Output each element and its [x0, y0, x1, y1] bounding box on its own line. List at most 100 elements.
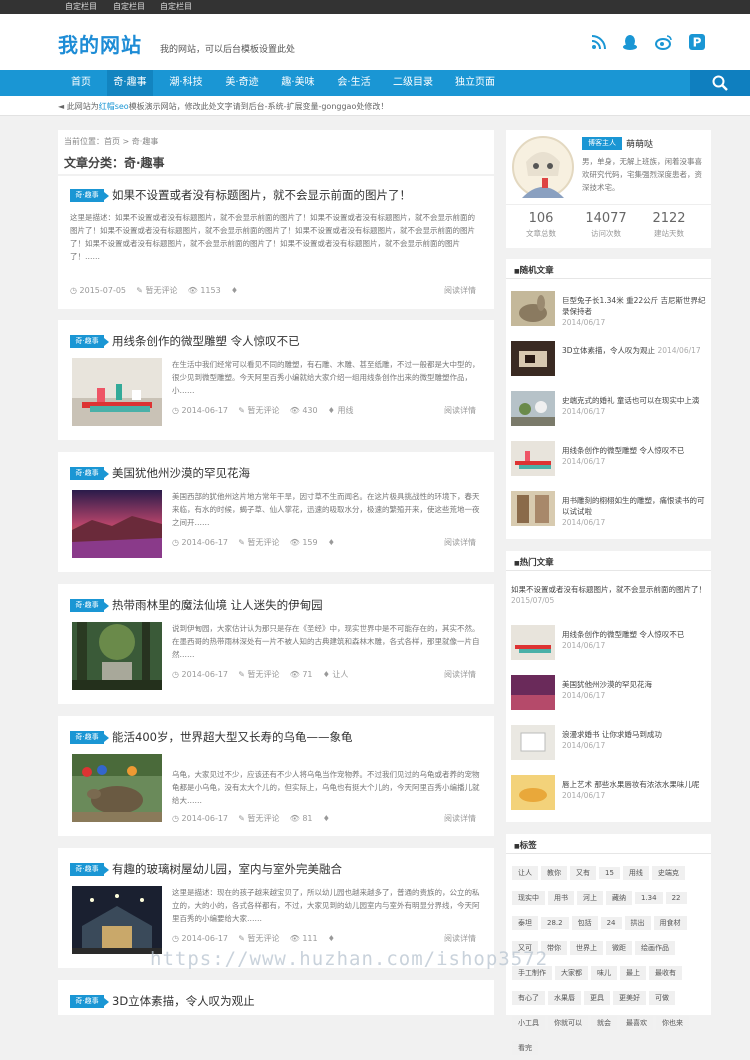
tag-link[interactable]: 史端克 [651, 866, 685, 880]
nav-item-2[interactable]: 潮·科技 [163, 70, 209, 96]
tag-link[interactable]: 就会 [591, 1016, 617, 1030]
tag-link[interactable]: 最收有 [649, 966, 682, 980]
post-category-tag[interactable]: 奇·趣事 [70, 189, 109, 202]
tag-link[interactable]: 大家都 [555, 966, 588, 980]
post-title[interactable]: 用线条创作的微型雕塑 令人惊叹不已 [112, 333, 300, 349]
tag-link[interactable]: 泰坦 [512, 916, 538, 930]
post-title[interactable]: 如果不设置或者没有标题图片，就不会显示前面的图片了！ [112, 187, 411, 203]
tag-link[interactable]: 最喜欢 [620, 1016, 653, 1030]
item-thumbnail[interactable] [511, 625, 555, 660]
site-logo[interactable]: 我的网站 [58, 29, 142, 58]
nav-item-6[interactable]: 二级目录 [390, 70, 436, 96]
nav-item-4[interactable]: 趣·美味 [275, 70, 321, 96]
post-title[interactable]: 热带雨林里的魔法仙境 让人迷失的伊甸园 [112, 597, 323, 613]
list-item[interactable]: 史端克式的婚礼 童话也可以在现实中上演 2014/06/17 [511, 391, 707, 433]
tag-link[interactable]: 22 [665, 892, 687, 904]
tag-link[interactable]: 看完 [512, 1041, 538, 1055]
post-title[interactable]: 有趣的玻璃树屋幼儿园，室内与室外完美融合 [112, 861, 342, 877]
tag-link[interactable]: 28.2 [541, 917, 569, 929]
list-item[interactable]: 用线条创作的微型雕塑 令人惊叹不已 2014/06/17 [511, 441, 707, 483]
item-thumbnail[interactable] [511, 441, 555, 476]
tag-link[interactable]: 绘画作品 [635, 941, 675, 955]
tag-link[interactable]: 你就可以 [548, 1016, 588, 1030]
tag-link[interactable]: 小工具 [512, 1016, 545, 1030]
list-item[interactable]: 如果不设置或者没有标题图片，就不会显示前面的图片了！ 2015/07/05 [511, 584, 707, 606]
tag-link[interactable]: 可做 [649, 991, 675, 1005]
post-category-tag[interactable]: 奇·趣事 [70, 599, 109, 612]
nav-item-3[interactable]: 美·奇迹 [219, 70, 265, 96]
post-thumbnail[interactable] [72, 886, 162, 954]
list-item[interactable]: 美国犹他州沙漠的罕见花海 2014/06/17 [511, 675, 707, 717]
read-more-link[interactable]: 阅读详情 [444, 405, 476, 416]
item-thumbnail[interactable] [511, 341, 555, 376]
breadcrumb-current[interactable]: 奇·趣事 [132, 137, 159, 146]
tag-link[interactable]: 拱出 [624, 916, 651, 930]
tag-link[interactable]: 味儿 [591, 966, 617, 980]
tag-link[interactable]: 包括 [571, 916, 598, 930]
post-thumbnail[interactable] [72, 754, 162, 822]
tag-link[interactable]: 1.34 [635, 892, 663, 904]
item-thumbnail[interactable] [511, 675, 555, 710]
post-title[interactable]: 3D立体素描，令人叹为观止 [112, 993, 255, 1009]
tag-link[interactable]: 24 [600, 917, 622, 929]
tag-link[interactable]: 用食材 [653, 916, 687, 930]
notice-link[interactable]: 红帽seo [99, 102, 129, 111]
search-button[interactable] [690, 70, 750, 96]
list-item[interactable]: 唇上艺术 那些水果唇妆有浓浓水果味儿呢 2014/06/17 [511, 775, 707, 817]
tag-link[interactable]: 世界上 [570, 941, 603, 955]
tag-link[interactable]: 藏纳 [606, 891, 632, 905]
post-title[interactable]: 美国犹他州沙漠的罕见花海 [112, 465, 250, 481]
tag-link[interactable]: 有心了 [512, 991, 545, 1005]
post-thumbnail[interactable] [72, 490, 162, 558]
post-thumbnail[interactable] [72, 358, 162, 426]
list-item[interactable]: 浪漫求婚书 让你求婚马到成功 2014/06/17 [511, 725, 707, 767]
tag-link[interactable]: 水果唇 [548, 991, 581, 1005]
tag-link[interactable]: 河上 [577, 891, 603, 905]
tag-link[interactable]: 你也来 [656, 1016, 689, 1030]
list-item[interactable]: 3D立体素描，令人叹为观止 2014/06/17 [511, 341, 707, 383]
nav-item-7[interactable]: 独立页面 [452, 70, 498, 96]
tag-link[interactable]: 15 [599, 867, 620, 879]
read-more-link[interactable]: 阅读详情 [444, 933, 476, 944]
read-more-link[interactable]: 阅读详情 [444, 813, 476, 824]
tag-link[interactable]: 微距 [606, 941, 632, 955]
breadcrumb-home[interactable]: 首页 [104, 137, 120, 146]
qq-icon[interactable] [622, 34, 638, 51]
nav-item-5[interactable]: 会·生活 [331, 70, 377, 96]
weibo-icon[interactable] [655, 34, 673, 50]
read-more-link[interactable]: 阅读详情 [444, 669, 476, 680]
item-thumbnail[interactable] [511, 491, 555, 526]
item-thumbnail[interactable] [511, 391, 555, 426]
post-title[interactable]: 能活400岁，世界超大型又长寿的乌龟——象龟 [112, 729, 352, 745]
tag-link[interactable]: 最上 [620, 966, 646, 980]
read-more-link[interactable]: 阅读详情 [444, 285, 476, 296]
post-category-tag[interactable]: 奇·趣事 [70, 335, 109, 348]
tag-link[interactable]: 现实中 [512, 891, 545, 905]
tag-link[interactable]: 让人 [512, 866, 538, 880]
post-category-tag[interactable]: 奇·趣事 [70, 467, 109, 480]
nav-item-1[interactable]: 奇·趣事 [107, 70, 153, 96]
post-category-tag[interactable]: 奇·趣事 [70, 863, 109, 876]
post-thumbnail[interactable] [72, 622, 162, 690]
list-item[interactable]: 巨型兔子长1.34米 重22公斤 吉尼斯世界纪录保持者 2014/06/17 [511, 291, 707, 333]
read-more-link[interactable]: 阅读详情 [444, 537, 476, 548]
list-item[interactable]: 用线条创作的微型雕塑 令人惊叹不已 2014/06/17 [511, 625, 707, 667]
tag-link[interactable]: 更美好 [613, 991, 646, 1005]
top-link-2[interactable]: 自定栏目 [113, 1, 145, 12]
post-category-tag[interactable]: 奇·趣事 [70, 731, 109, 744]
top-link-3[interactable]: 自定栏目 [160, 1, 192, 12]
item-thumbnail[interactable] [511, 775, 555, 810]
pinterest-icon[interactable]: P [689, 34, 705, 50]
tag-link[interactable]: 用线 [622, 866, 649, 880]
post-category-tag[interactable]: 奇·趣事 [70, 995, 109, 1008]
top-link-1[interactable]: 自定栏目 [65, 1, 97, 12]
item-thumbnail[interactable] [511, 291, 555, 326]
tag-link[interactable]: 更具 [584, 991, 610, 1005]
nav-item-home[interactable]: 首页 [58, 70, 104, 96]
tag-link[interactable]: 又有 [570, 866, 596, 880]
author-avatar[interactable] [512, 136, 574, 198]
list-item[interactable]: 用书雕刻的栩栩如生的雕塑，痛恨读书的可以试试啦 2014/06/17 [511, 491, 707, 533]
rss-icon[interactable] [591, 34, 607, 50]
tag-link[interactable]: 用书 [548, 891, 574, 905]
tag-link[interactable]: 教你 [541, 866, 567, 880]
